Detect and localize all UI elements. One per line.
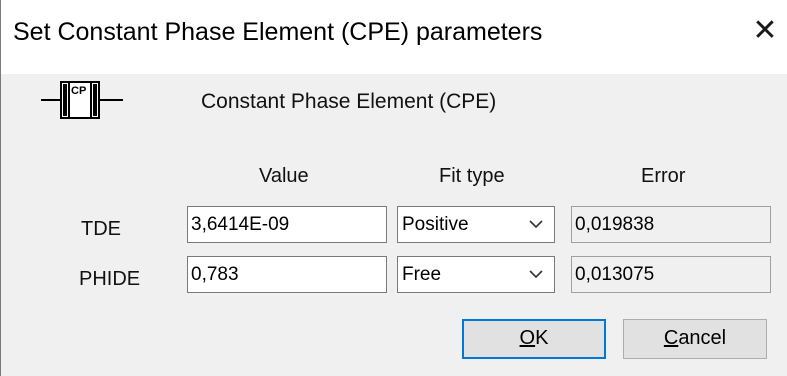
tde-value-input[interactable]	[187, 206, 387, 243]
ok-accelerator: O	[519, 327, 536, 349]
param-name-phide: PHIDE	[79, 268, 141, 290]
ok-label-rest: K	[535, 327, 549, 349]
cancel-button[interactable]: Cancel	[623, 319, 767, 359]
value-column-header: Value	[259, 165, 309, 187]
cpe-icon-label: CP	[71, 85, 86, 97]
phide-error-field	[571, 256, 771, 293]
tde-fit-type-select[interactable]: Positive	[397, 206, 555, 243]
element-heading: Constant Phase Element (CPE)	[201, 90, 497, 113]
close-icon[interactable]: ✕	[750, 14, 780, 48]
chevron-down-icon	[529, 270, 543, 279]
cancel-label-rest: ancel	[678, 327, 727, 349]
dialog-title: Set Constant Phase Element (CPE) paramet…	[13, 18, 543, 46]
phide-fit-type-select[interactable]: Free	[397, 256, 555, 293]
ok-button[interactable]: OK	[462, 319, 606, 359]
error-column-header: Error	[641, 165, 686, 187]
title-bar[interactable]: Set Constant Phase Element (CPE) paramet…	[1, 0, 787, 74]
cpe-parameters-dialog: Set Constant Phase Element (CPE) paramet…	[0, 0, 787, 376]
phide-value-input[interactable]	[187, 256, 387, 293]
phide-fit-type-value: Free	[402, 264, 442, 285]
cpe-element-icon: CP	[41, 81, 123, 119]
tde-error-field	[571, 206, 771, 243]
tde-fit-type-value: Positive	[402, 214, 469, 235]
fit-type-column-header: Fit type	[439, 165, 505, 187]
cancel-accelerator: C	[663, 327, 679, 349]
chevron-down-icon	[529, 220, 543, 229]
param-name-tde: TDE	[81, 218, 121, 240]
